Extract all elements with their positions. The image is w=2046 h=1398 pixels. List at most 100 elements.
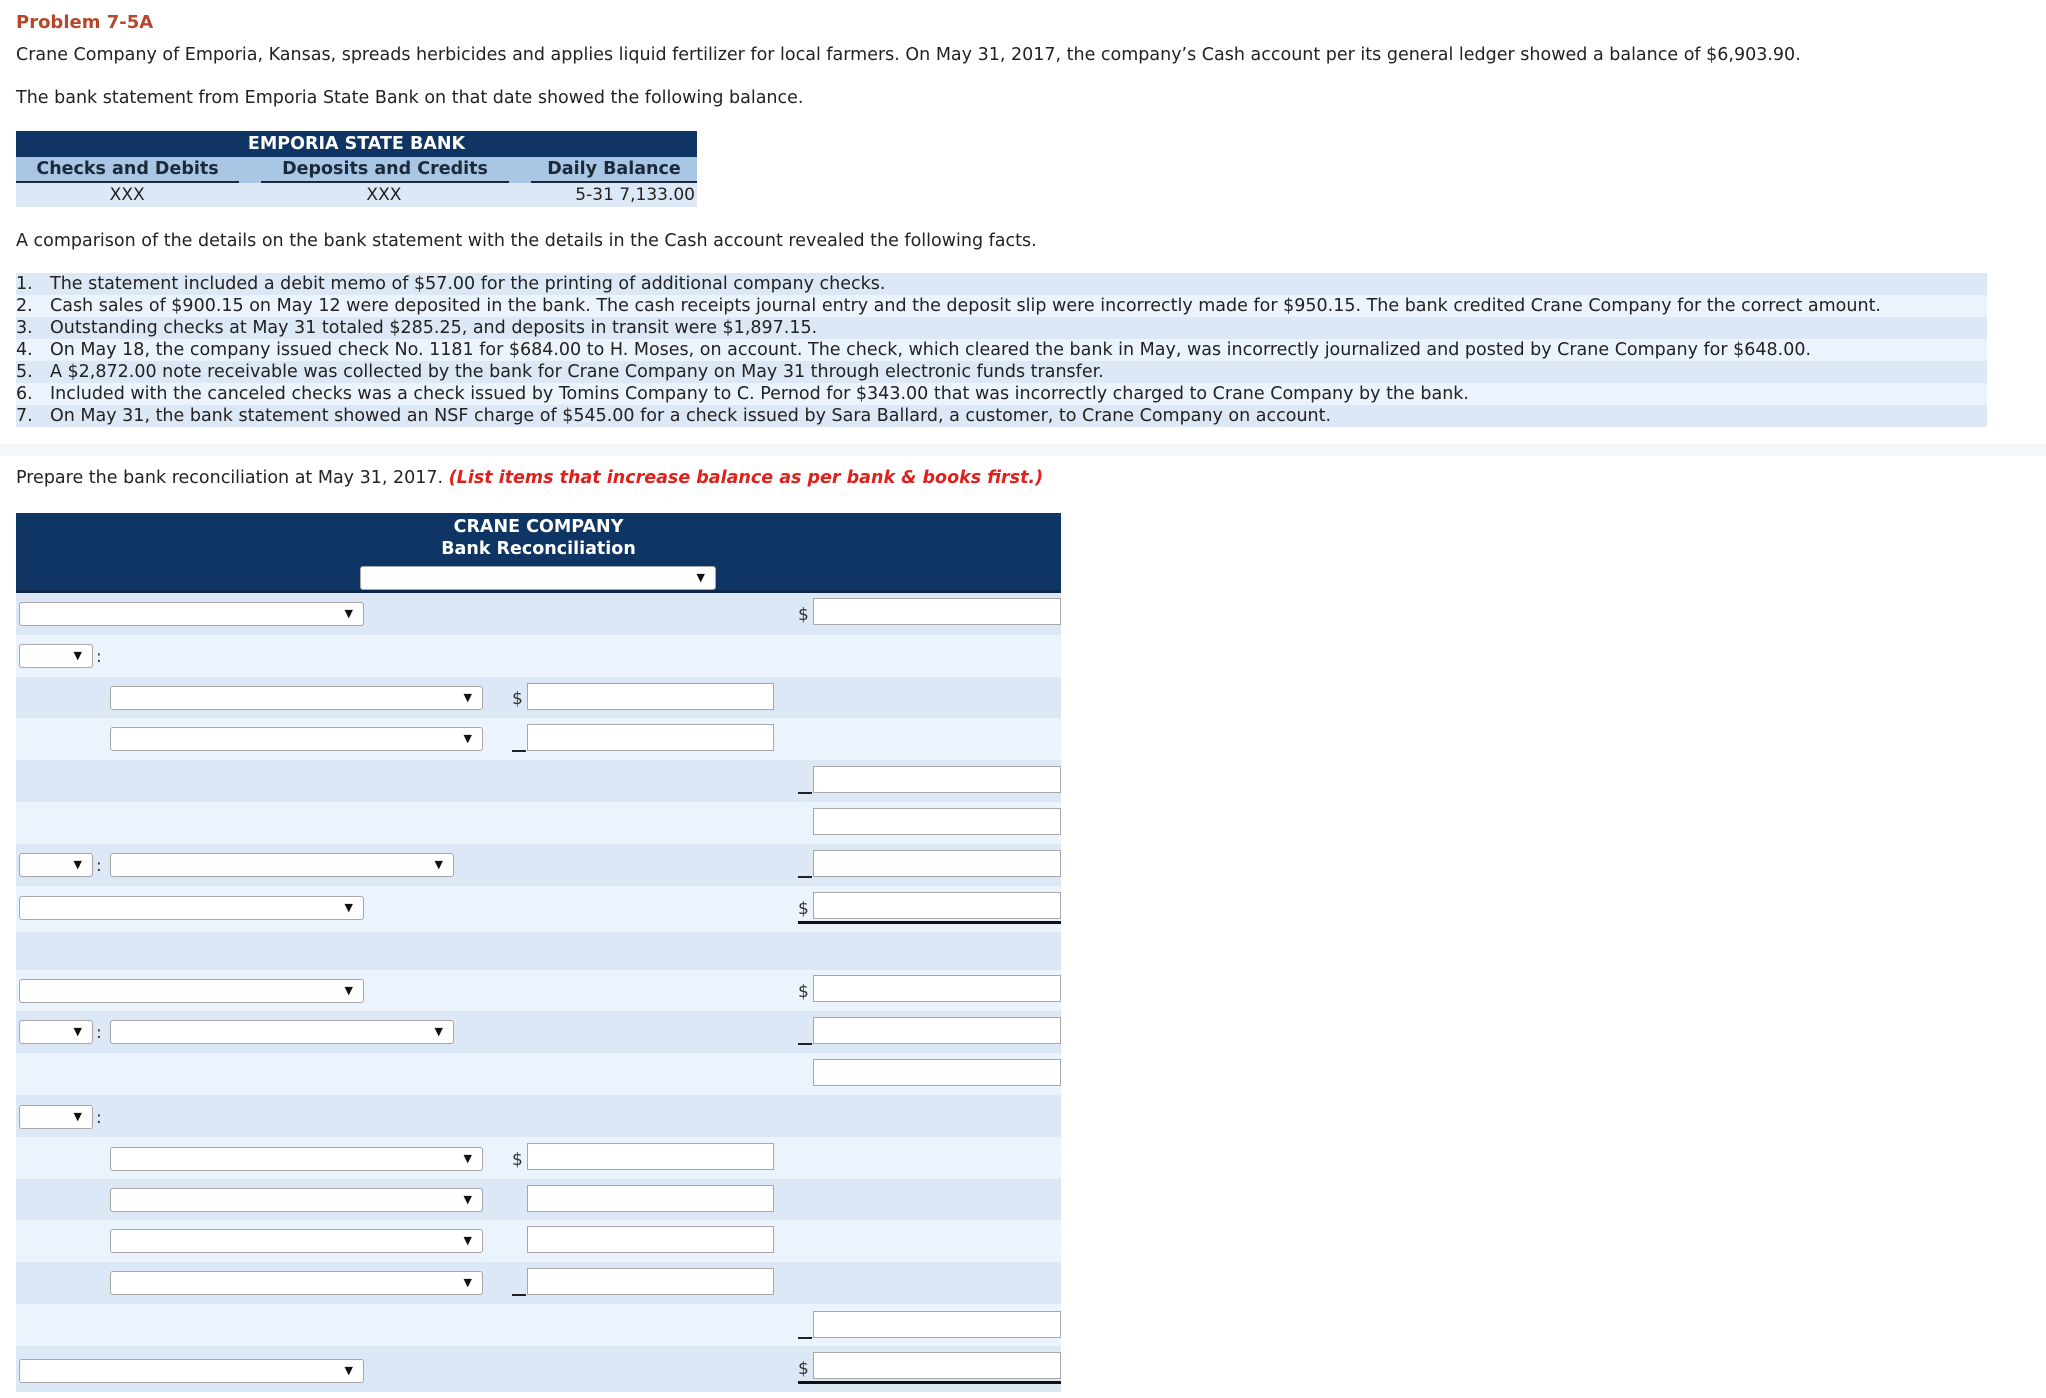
amount-input[interactable] [813, 807, 1061, 835]
underline-mark [798, 792, 812, 795]
chevron-down-icon: ▼ [463, 1192, 472, 1206]
chevron-down-icon: ▼ [463, 1234, 472, 1248]
fact-number: 4. [16, 340, 33, 360]
balance-label-select[interactable]: ▼ [19, 602, 364, 626]
fact-item: 7. On May 31, the bank statement showed a… [16, 405, 1987, 427]
form-row: ▼ $ [16, 593, 1061, 635]
amount-input[interactable] [813, 1310, 1061, 1338]
bank-table-title: EMPORIA STATE BANK [16, 131, 697, 157]
chevron-down-icon: ▼ [434, 1025, 443, 1039]
amount-input[interactable] [813, 1351, 1061, 1379]
colon: : [96, 646, 102, 667]
amount-input[interactable] [813, 891, 1061, 919]
form-row [16, 1053, 1061, 1095]
col-daily-balance: Daily Balance [531, 157, 697, 183]
amount-input[interactable] [527, 1184, 774, 1212]
section-divider [0, 444, 2046, 456]
form-row [16, 801, 1061, 844]
double-underline [798, 920, 1061, 924]
reconciliation-title: Bank Reconciliation [441, 539, 636, 559]
amount-input[interactable] [527, 724, 774, 752]
amount-input[interactable] [527, 1142, 774, 1170]
col-checks-debits: Checks and Debits [16, 157, 239, 183]
form-row: ▼ [16, 718, 1061, 761]
form-row: ▼ : [16, 1094, 1061, 1137]
balance-label-select[interactable]: ▼ [19, 978, 364, 1003]
amount-input[interactable] [527, 682, 774, 710]
fact-item: 1. The statement included a debit memo of… [16, 273, 1987, 295]
item-select[interactable]: ▼ [110, 685, 483, 710]
chevron-down-icon: ▼ [344, 1363, 353, 1377]
chevron-down-icon: ▼ [696, 571, 705, 584]
item-select[interactable]: ▼ [110, 1187, 483, 1212]
amount-input[interactable] [527, 1268, 774, 1296]
form-row: ▼ $ [16, 969, 1061, 1012]
form-row: ▼ $ [16, 1345, 1061, 1392]
chevron-down-icon: ▼ [344, 607, 353, 620]
balance-label-select[interactable]: ▼ [19, 895, 364, 920]
fact-text: Cash sales of $900.15 on May 12 were dep… [50, 296, 1881, 316]
fact-number: 6. [16, 384, 33, 404]
cell-checks-debits: XXX [109, 185, 145, 205]
add-less-select[interactable]: ▼ [19, 852, 93, 877]
add-less-select[interactable]: ▼ [19, 643, 93, 668]
amount-input[interactable] [813, 598, 1061, 625]
item-select[interactable]: ▼ [110, 1020, 454, 1045]
bank-intro: The bank statement from Emporia State Ba… [16, 88, 804, 108]
amount-input[interactable] [527, 1226, 774, 1254]
chevron-down-icon: ▼ [73, 648, 82, 662]
item-select[interactable]: ▼ [110, 1146, 483, 1171]
underline-mark [798, 875, 812, 878]
fact-text: On May 31, the bank statement showed an … [50, 406, 1332, 426]
amount-input[interactable] [813, 1017, 1061, 1045]
amount-input[interactable] [813, 766, 1061, 794]
dollar-sign: $ [512, 688, 523, 709]
fact-number: 2. [16, 296, 33, 316]
chevron-down-icon: ▼ [73, 1025, 82, 1039]
underline-mark [798, 1043, 812, 1046]
date-select[interactable]: ▼ [360, 566, 716, 590]
amount-input[interactable] [813, 974, 1061, 1002]
form-row [16, 760, 1061, 802]
dollar-sign: $ [798, 898, 809, 919]
dollar-sign: $ [798, 605, 809, 625]
form-row: ▼ [16, 1262, 1061, 1304]
item-select[interactable]: ▼ [110, 1271, 483, 1296]
fact-text: A $2,872.00 note receivable was collecte… [50, 362, 1104, 382]
comparison-intro: A comparison of the details on the bank … [16, 231, 1037, 251]
instruction-note: (List items that increase balance as per… [448, 468, 1044, 488]
instruction-text: Prepare the bank reconciliation at May 3… [16, 468, 444, 488]
chevron-down-icon: ▼ [463, 732, 472, 746]
fact-text: Outstanding checks at May 31 totaled $28… [50, 318, 818, 338]
underline-mark [512, 750, 526, 753]
double-underline [798, 1380, 1061, 1384]
add-less-select[interactable]: ▼ [19, 1020, 93, 1045]
chevron-down-icon: ▼ [463, 1151, 472, 1165]
form-row: ▼ : ▼ [16, 1011, 1061, 1054]
chevron-down-icon: ▼ [434, 857, 443, 871]
problem-title: Problem 7-5A [16, 12, 154, 33]
cell-deposits-credits: XXX [366, 185, 402, 205]
amount-input[interactable] [813, 1059, 1061, 1087]
bank-statement-table: EMPORIA STATE BANK Checks and Debits Dep… [16, 131, 697, 207]
item-select[interactable]: ▼ [110, 1229, 483, 1254]
fact-item: 5. A $2,872.00 note receivable was collec… [16, 361, 1987, 383]
chevron-down-icon: ▼ [73, 857, 82, 871]
underline-mark [512, 1294, 526, 1297]
add-less-select[interactable]: ▼ [19, 1104, 93, 1129]
balance-label-select[interactable]: ▼ [19, 1358, 364, 1383]
fact-number: 3. [16, 318, 33, 338]
form-row: ▼ $ [16, 676, 1061, 719]
chevron-down-icon: ▼ [344, 900, 353, 914]
fact-text: Included with the canceled checks was a … [50, 384, 1469, 404]
fact-number: 7. [16, 406, 33, 426]
chevron-down-icon: ▼ [344, 983, 353, 997]
colon: : [96, 855, 102, 876]
underline-mark [798, 1336, 812, 1339]
colon: : [96, 1023, 102, 1044]
amount-input[interactable] [813, 849, 1061, 877]
dollar-sign: $ [798, 1358, 809, 1379]
item-select[interactable]: ▼ [110, 852, 454, 877]
form-row: ▼ : ▼ [16, 843, 1061, 886]
item-select[interactable]: ▼ [110, 727, 483, 752]
